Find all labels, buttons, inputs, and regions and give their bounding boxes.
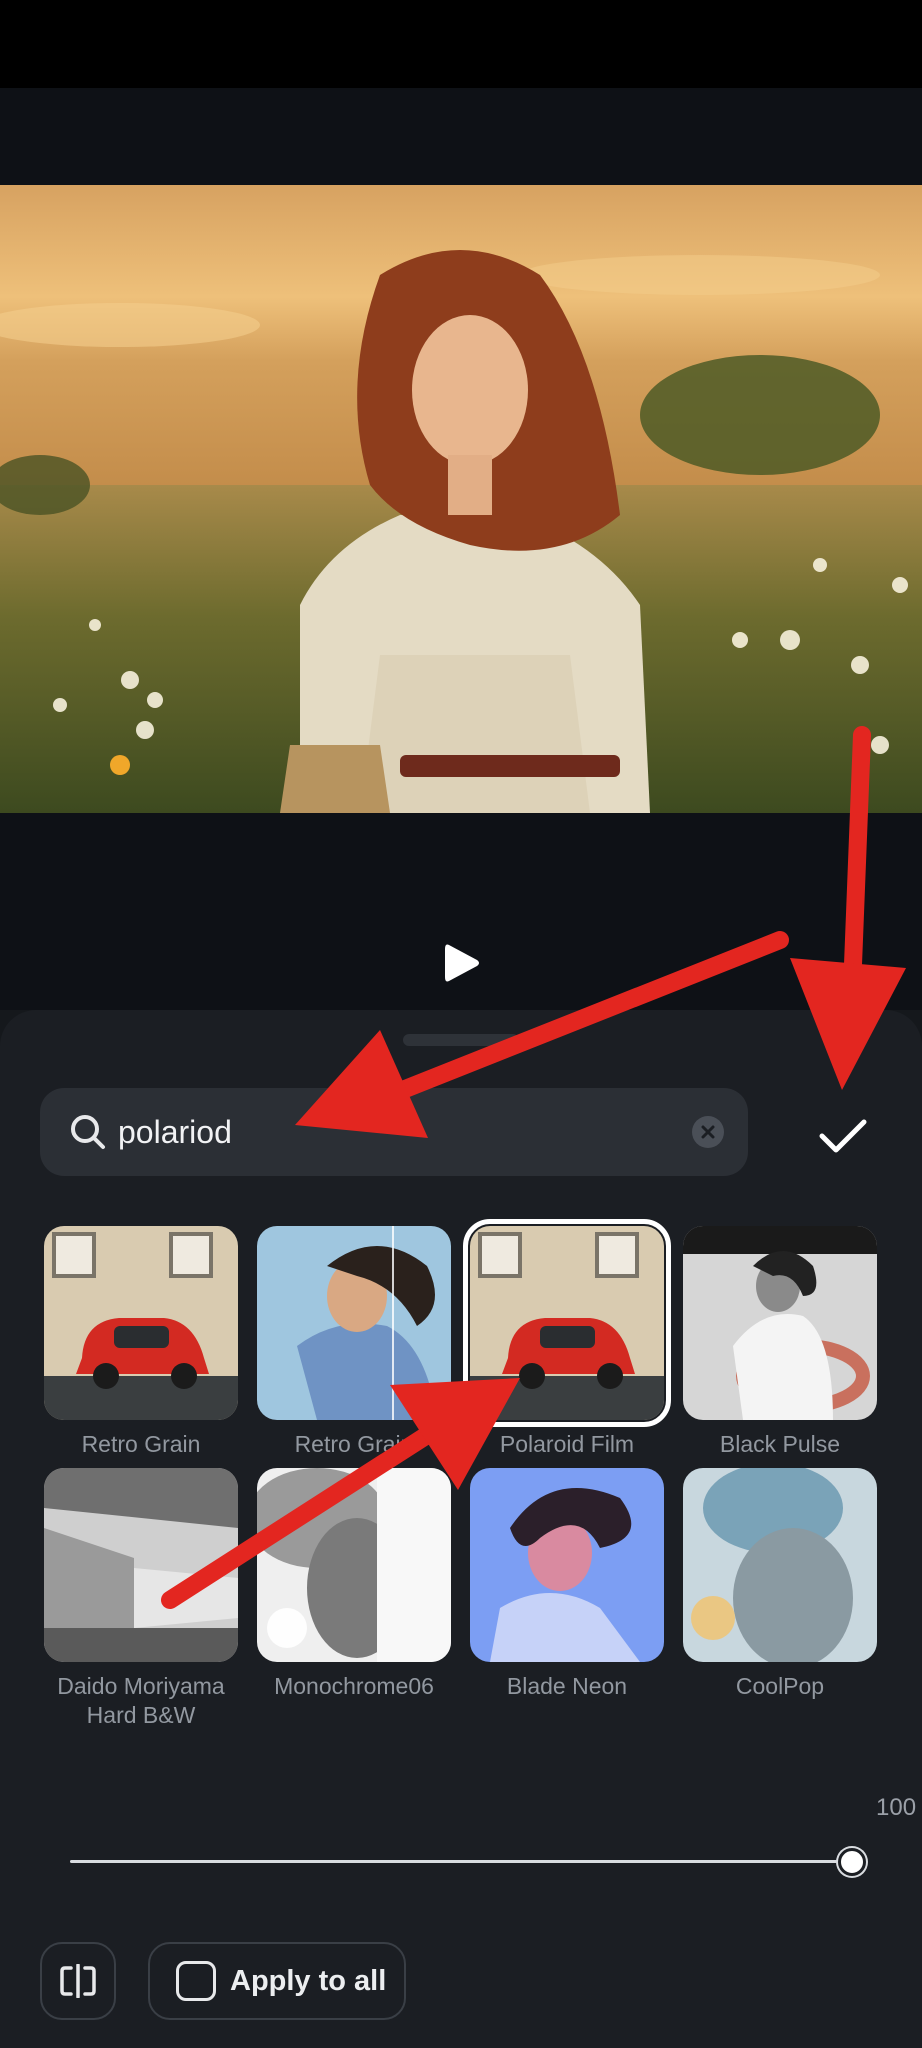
search-icon bbox=[71, 1115, 105, 1149]
search-box[interactable]: polariod bbox=[40, 1088, 748, 1176]
filter-label: Blade Neon bbox=[506, 1673, 628, 1699]
filter-thumbnail bbox=[470, 1226, 664, 1420]
filter-thumbnail bbox=[683, 1226, 877, 1420]
preview-photo-illustration bbox=[0, 185, 922, 813]
apply-to-all-checkbox[interactable] bbox=[176, 1961, 216, 2001]
filter-label: Black Pulse bbox=[719, 1431, 841, 1457]
filter-label: Daido Moriyama Hard B&W bbox=[57, 1673, 225, 1728]
play-icon bbox=[445, 944, 479, 982]
filter-thumbnail bbox=[44, 1226, 238, 1420]
filter-tile[interactable] bbox=[470, 1468, 664, 1662]
filter-label: Retro Grain bbox=[294, 1431, 414, 1457]
filter-thumbnail bbox=[257, 1226, 451, 1420]
apply-to-all-label: Apply to all bbox=[230, 1964, 387, 1997]
checkmark-icon bbox=[819, 1119, 867, 1153]
filter-label: Retro Grain bbox=[81, 1431, 201, 1457]
filter-label: CoolPop bbox=[735, 1673, 825, 1699]
filter-thumbnail bbox=[44, 1468, 238, 1662]
drag-handle[interactable] bbox=[403, 1034, 519, 1046]
clear-search-button[interactable] bbox=[692, 1116, 724, 1148]
filter-tile[interactable] bbox=[257, 1226, 451, 1420]
intensity-slider-thumb[interactable] bbox=[838, 1848, 866, 1876]
top-bar bbox=[0, 88, 922, 185]
close-icon bbox=[701, 1125, 715, 1139]
confirm-button[interactable] bbox=[808, 1108, 878, 1164]
filter-tile[interactable] bbox=[257, 1468, 451, 1662]
filter-tile[interactable] bbox=[44, 1226, 238, 1420]
filter-thumbnail bbox=[257, 1468, 451, 1662]
filter-thumbnail bbox=[683, 1468, 877, 1662]
intensity-slider-track[interactable] bbox=[70, 1860, 852, 1863]
filter-thumbnail bbox=[470, 1468, 664, 1662]
filter-tile[interactable] bbox=[683, 1468, 877, 1662]
play-button[interactable] bbox=[436, 938, 486, 988]
filter-tile[interactable] bbox=[683, 1226, 877, 1420]
compare-icon bbox=[60, 1964, 96, 1998]
filter-label: Polaroid Film bbox=[499, 1431, 635, 1457]
apply-to-all-button[interactable]: Apply to all bbox=[148, 1942, 406, 2020]
compare-button[interactable] bbox=[40, 1942, 116, 2020]
status-bar bbox=[0, 0, 922, 88]
filter-tile[interactable] bbox=[44, 1468, 238, 1662]
preview-image bbox=[0, 185, 922, 813]
filter-tile[interactable] bbox=[463, 1219, 671, 1427]
intensity-value: 100 bbox=[876, 1794, 917, 1821]
filter-label: Monochrome06 bbox=[274, 1673, 434, 1699]
search-input[interactable]: polariod bbox=[118, 1110, 232, 1154]
